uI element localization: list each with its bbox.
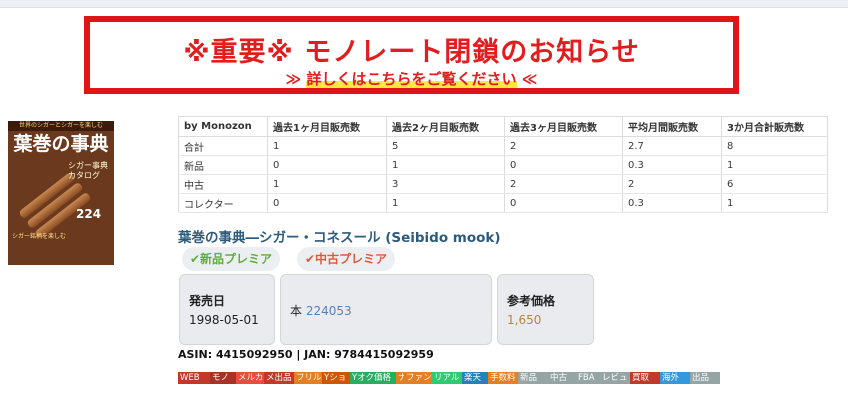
table-cell: 0 bbox=[267, 193, 387, 213]
table-cell: 1 bbox=[721, 155, 828, 175]
new-premium-badge[interactable]: ✔新品プレミア bbox=[182, 247, 281, 271]
table-row: コレクター 0 1 0 0.3 1 bbox=[178, 193, 828, 213]
table-cell: 2 bbox=[504, 136, 623, 156]
banner-link-prefix: ≫ bbox=[285, 70, 307, 88]
table-cell: 1 bbox=[721, 193, 828, 213]
row-label: 新品 bbox=[178, 155, 268, 175]
tag-link-used[interactable]: 中古 bbox=[548, 372, 576, 384]
table-cell: 0 bbox=[504, 193, 623, 213]
book-cover-image[interactable]: 世界のシガーとシガーを楽しむ 葉巻の事典 シガー事典カタログ 224 シガー銘柄… bbox=[8, 121, 114, 265]
tag-link-web[interactable]: WEB bbox=[178, 372, 210, 384]
table-cell: 1 bbox=[386, 193, 505, 213]
banner-title: ※重要※ モノレート閉鎖のお知らせ bbox=[183, 37, 640, 68]
col-header-source: by Monozon bbox=[178, 116, 268, 137]
tag-link-mono[interactable]: モノ bbox=[210, 372, 236, 384]
book-rank-value[interactable]: 224053 bbox=[306, 304, 352, 318]
col-header-month2: 過去2ヶ月目販売数 bbox=[386, 116, 505, 137]
table-cell: 0.3 bbox=[622, 155, 722, 175]
row-label: 合計 bbox=[178, 136, 268, 156]
release-date-card: 発売日 1998-05-01 bbox=[179, 274, 275, 345]
cover-title: 葉巻の事典 bbox=[13, 133, 109, 155]
tag-link-review[interactable]: レビュ bbox=[600, 372, 630, 384]
table-cell: 6 bbox=[721, 174, 828, 194]
product-title-link[interactable]: 葉巻の事典―シガー・コネスール (Seibido mook) bbox=[178, 226, 501, 246]
book-rank-card: 本 224053 bbox=[280, 274, 492, 345]
table-cell: 5 bbox=[386, 136, 505, 156]
external-links-bar: WEB モノ メルカ メ出品 フリル Yショ Yオク価格 ナ ファン リアル 楽… bbox=[178, 372, 720, 384]
book-category-label: 本 bbox=[290, 304, 303, 318]
tag-link-overseas[interactable]: 海外 bbox=[660, 372, 690, 384]
tag-link-na[interactable]: ナ bbox=[396, 372, 404, 384]
table-cell: 2 bbox=[622, 174, 722, 194]
book-rank-line: 本 224053 bbox=[290, 302, 352, 319]
col-header-month3: 過去3ヶ月目販売数 bbox=[504, 116, 623, 137]
table-cell: 1 bbox=[386, 155, 505, 175]
col-header-month1: 過去1ヶ月目販売数 bbox=[267, 116, 387, 137]
table-cell: 0.3 bbox=[622, 193, 722, 213]
tag-link-new[interactable]: 新品 bbox=[518, 372, 548, 384]
tag-link-yahoo-auction[interactable]: Yオク価格 bbox=[350, 372, 396, 384]
table-cell: 1 bbox=[267, 174, 387, 194]
tag-link-fba[interactable]: FBA bbox=[576, 372, 600, 384]
banner-link-text[interactable]: 詳しくはこちらをご覧ください bbox=[306, 70, 517, 88]
cover-number: 224 bbox=[76, 207, 102, 221]
tag-link-rakuten[interactable]: 楽天 bbox=[462, 372, 488, 384]
sales-table-header-row: by Monozon 過去1ヶ月目販売数 過去2ヶ月目販売数 過去3ヶ月目販売数… bbox=[178, 116, 828, 137]
tag-link-buyback[interactable]: 買取 bbox=[630, 372, 660, 384]
tag-link-fan[interactable]: ファン bbox=[404, 372, 432, 384]
table-row: 合計 1 5 2 2.7 8 bbox=[178, 136, 828, 156]
table-cell: 8 bbox=[721, 136, 828, 156]
tag-link-fril[interactable]: フリル bbox=[294, 372, 322, 384]
cover-bottom-text: シガー銘柄を楽しむ bbox=[12, 233, 67, 240]
cover-subtitle: シガー事典カタログ bbox=[68, 161, 108, 180]
tag-link-real[interactable]: リアル bbox=[432, 372, 462, 384]
table-cell: 0 bbox=[267, 155, 387, 175]
table-row: 新品 0 1 0 0.3 1 bbox=[178, 155, 828, 175]
table-cell: 0 bbox=[504, 155, 623, 175]
reference-price-label: 参考価格 bbox=[507, 294, 556, 308]
table-cell: 2 bbox=[504, 174, 623, 194]
table-row: 中古 1 3 2 2 6 bbox=[178, 174, 828, 194]
table-cell: 1 bbox=[267, 136, 387, 156]
col-header-average: 平均月間販売数 bbox=[622, 116, 722, 137]
row-label: コレクター bbox=[178, 193, 268, 213]
sales-table: by Monozon 過去1ヶ月目販売数 過去2ヶ月目販売数 過去3ヶ月目販売数… bbox=[178, 116, 828, 213]
top-strip bbox=[0, 0, 848, 8]
used-premium-badge[interactable]: ✔中古プレミア bbox=[297, 247, 396, 271]
tag-link-mercari[interactable]: メルカ bbox=[236, 372, 264, 384]
cover-top-text: 世界のシガーとシガーを楽しむ bbox=[8, 121, 114, 131]
banner-details-link[interactable]: ≫ 詳しくはこちらをご覧ください ≪ bbox=[90, 68, 733, 89]
tag-link-mercari-listing[interactable]: メ出品 bbox=[264, 372, 294, 384]
reference-price-card: 参考価格 1,650 bbox=[497, 274, 594, 345]
table-cell: 2.7 bbox=[622, 136, 722, 156]
release-date-label: 発売日 bbox=[189, 294, 226, 308]
tag-link-fees[interactable]: 手数料 bbox=[488, 372, 518, 384]
tag-link-listing[interactable]: 出品 bbox=[690, 372, 720, 384]
announcement-banner[interactable]: ※重要※ モノレート閉鎖のお知らせ ≫ 詳しくはこちらをご覧ください ≪ bbox=[84, 16, 739, 94]
product-codes: ASIN: 4415092950 | JAN: 9784415092959 bbox=[178, 348, 434, 361]
release-date-value: 1998-05-01 bbox=[189, 313, 259, 327]
reference-price-value: 1,650 bbox=[507, 313, 542, 327]
banner-link-suffix: ≪ bbox=[516, 70, 538, 88]
col-header-total: 3か月合計販売数 bbox=[721, 116, 828, 137]
tag-link-yahoo-shopping[interactable]: Yショ bbox=[322, 372, 350, 384]
row-label: 中古 bbox=[178, 174, 268, 194]
table-cell: 3 bbox=[386, 174, 505, 194]
